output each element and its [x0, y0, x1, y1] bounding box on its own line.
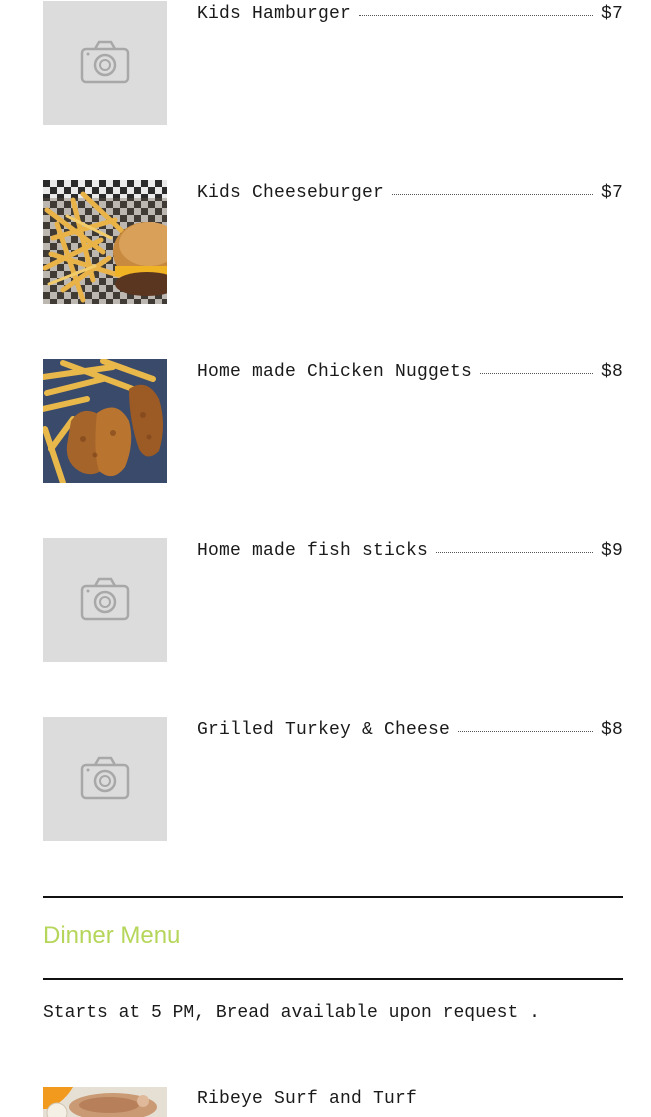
item-name: Home made fish sticks — [197, 541, 429, 561]
item-price: $7 — [600, 4, 623, 24]
item-price: $8 — [600, 362, 623, 382]
item-name: Grilled Turkey & Cheese — [197, 720, 451, 740]
chicken-nuggets-fries-photo[interactable] — [43, 359, 167, 483]
placeholder-camera-icon — [43, 717, 167, 841]
item-name: Ribeye Surf and Turf — [197, 1089, 418, 1109]
kids-menu-list: Kids Hamburger $7 Kids Cheeseburger $7 H… — [43, 1, 623, 896]
menu-item[interactable]: Kids Hamburger $7 — [43, 1, 623, 125]
dotted-leader — [480, 365, 593, 374]
menu-item[interactable]: Grilled Turkey & Cheese $8 — [43, 717, 623, 841]
item-name: Kids Hamburger — [197, 4, 352, 24]
item-price: $9 — [600, 541, 623, 561]
placeholder-camera-icon — [43, 538, 167, 662]
surf-and-turf-photo[interactable] — [43, 1087, 167, 1117]
dotted-leader — [359, 7, 593, 16]
dotted-leader — [436, 544, 593, 553]
placeholder-camera-icon — [43, 1, 167, 125]
menu-item[interactable]: Kids Cheeseburger $7 — [43, 180, 623, 304]
item-price: $7 — [600, 183, 623, 203]
item-name: Kids Cheeseburger — [197, 183, 385, 203]
item-name: Home made Chicken Nuggets — [197, 362, 473, 382]
menu-item[interactable]: Home made fish sticks $9 — [43, 538, 623, 662]
menu-item[interactable]: Home made Chicken Nuggets $8 — [43, 359, 623, 483]
item-price: $8 — [600, 720, 623, 740]
dotted-leader — [392, 186, 593, 195]
section-note: Starts at 5 PM, Bread available upon req… — [43, 1003, 540, 1023]
section-title: Dinner Menu — [43, 922, 181, 949]
section-divider — [43, 896, 623, 898]
menu-item[interactable]: Ribeye Surf and Turf — [43, 1087, 623, 1117]
cheeseburger-fries-photo[interactable] — [43, 180, 167, 304]
section-divider — [43, 978, 623, 980]
dotted-leader — [458, 723, 593, 732]
